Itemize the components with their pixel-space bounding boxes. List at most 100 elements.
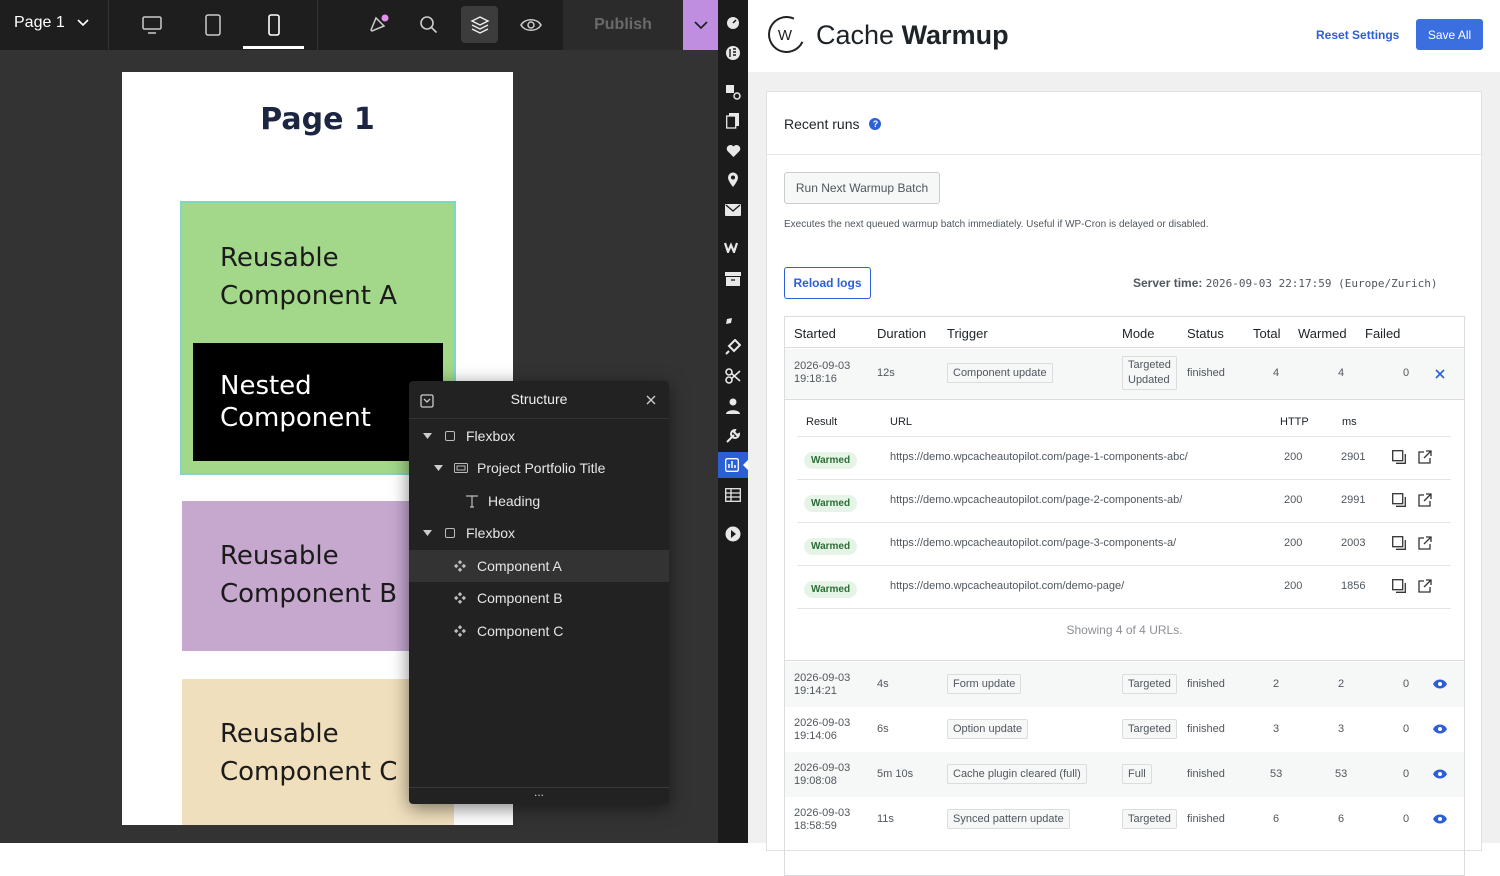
page-selector[interactable]: Page 1 — [14, 14, 89, 32]
tablet-view-icon[interactable] — [200, 12, 226, 38]
result-url[interactable]: https://demo.wpcacheautopilot.com/page-2… — [890, 494, 1182, 506]
copy-icon[interactable] — [1392, 579, 1406, 593]
structure-item-flexbox-2[interactable]: Flexbox — [409, 517, 669, 549]
reset-settings-link[interactable]: Reset Settings — [1316, 28, 1399, 42]
dashboard-icon[interactable] — [724, 14, 742, 32]
run-row[interactable]: 2026-09-03 19:08:08 5m 10s Cache plugin c… — [785, 752, 1464, 797]
mobile-view-icon[interactable] — [261, 12, 287, 38]
collapse-menu-icon[interactable] — [724, 525, 742, 543]
run-row[interactable]: 2026-09-03 18:58:59 11s Synced pattern up… — [785, 797, 1464, 842]
plugins-icon[interactable] — [724, 338, 742, 356]
structure-item-component-c[interactable]: Component C — [409, 615, 669, 647]
structure-item-component-b[interactable]: Component B — [409, 582, 669, 614]
mail-icon[interactable] — [724, 201, 742, 219]
run-failed: 0 — [1403, 723, 1410, 735]
pages-icon[interactable] — [724, 112, 742, 130]
caret-down-icon[interactable] — [423, 433, 432, 439]
view-eye-icon[interactable] — [1433, 679, 1447, 689]
result-row: Warmed https://demo.wpcacheautopilot.com… — [797, 566, 1451, 608]
component-b-title[interactable]: Reusable Component B — [220, 537, 397, 613]
section-heading: Recent runs ? — [784, 116, 882, 132]
external-link-icon[interactable] — [1418, 450, 1432, 464]
server-time-label: Server time: — [1133, 276, 1203, 290]
component-c-title[interactable]: Reusable Component C — [220, 715, 397, 791]
run-started: 2026-09-03 19:14:21 — [794, 672, 851, 697]
elementor-icon[interactable] — [724, 44, 742, 62]
scissors-icon[interactable] — [724, 367, 742, 385]
run-row-expanded[interactable]: 2026-09-03 19:18:16 12s Component update … — [785, 349, 1464, 399]
external-link-icon[interactable] — [1418, 536, 1432, 550]
col-http: HTTP — [1280, 416, 1309, 428]
preview-eye-icon[interactable] — [518, 12, 544, 38]
showing-count: Showing 4 of 4 URLs. — [1066, 623, 1183, 637]
page-title[interactable]: Page 1 — [122, 102, 513, 137]
publish-button[interactable]: Publish — [563, 0, 683, 50]
caret-down-icon[interactable] — [434, 465, 443, 471]
result-ms: 2901 — [1341, 451, 1366, 463]
run-next-batch-button[interactable]: Run Next Warmup Batch — [784, 172, 940, 204]
col-url: URL — [890, 416, 913, 428]
external-link-icon[interactable] — [1418, 579, 1432, 593]
structure-item-heading[interactable]: Heading — [409, 485, 669, 517]
copy-icon[interactable] — [1392, 536, 1406, 550]
view-eye-icon[interactable] — [1433, 769, 1447, 779]
copy-icon[interactable] — [1392, 450, 1406, 464]
external-link-icon[interactable] — [1418, 493, 1432, 507]
result-url[interactable]: https://demo.wpcacheautopilot.com/page-1… — [890, 451, 1188, 463]
view-eye-icon[interactable] — [1433, 814, 1447, 824]
nested-component-title[interactable]: Nested Component — [220, 370, 371, 434]
desktop-view-icon[interactable] — [139, 12, 165, 38]
resize-handle[interactable]: ... — [409, 785, 669, 799]
archive-icon[interactable] — [724, 270, 742, 288]
close-icon[interactable] — [646, 395, 656, 405]
notifications-icon[interactable] — [365, 12, 391, 38]
media-icon[interactable] — [724, 83, 742, 101]
search-icon[interactable] — [416, 12, 442, 38]
structure-item-project-portfolio-title[interactable]: Project Portfolio Title — [409, 452, 669, 484]
section-title: Recent runs — [784, 116, 860, 132]
layers-button[interactable] — [461, 6, 498, 43]
server-time: Server time: 2026-09-03 22:17:59 (Europe… — [1133, 276, 1438, 290]
structure-item-flexbox-1[interactable]: Flexbox — [409, 420, 669, 452]
run-total: 53 — [1270, 768, 1283, 780]
result-url[interactable]: https://demo.wpcacheautopilot.com/page-3… — [890, 537, 1176, 549]
caret-down-icon[interactable] — [423, 530, 432, 536]
cache-warmup-menu-item[interactable] — [718, 452, 748, 478]
run-row[interactable]: 2026-09-03 19:14:21 4s Form update Target… — [785, 662, 1464, 707]
view-eye-icon[interactable] — [1433, 724, 1447, 734]
container-icon — [445, 528, 455, 538]
title-light: Cache — [816, 20, 902, 50]
warmed-badge: Warmed — [804, 495, 858, 512]
cache-warmup-admin: W Cache Warmup Reset Settings Save All R… — [748, 0, 1500, 876]
structure-item-label: Component B — [477, 590, 563, 606]
woocommerce-icon[interactable] — [724, 238, 742, 256]
runs-table: Started Duration Trigger Mode Status Tot… — [784, 316, 1465, 876]
run-total: 3 — [1273, 723, 1280, 735]
nested-component[interactable]: Nested Component — [193, 343, 443, 461]
tools-wrench-icon[interactable] — [724, 427, 742, 445]
col-result: Result — [806, 416, 838, 428]
run-details: Result URL HTTP ms Warmed https://demo.w… — [785, 399, 1464, 661]
run-started: 2026-09-03 19:14:06 — [794, 717, 851, 742]
publish-options-button[interactable] — [683, 0, 718, 50]
result-url[interactable]: https://demo.wpcacheautopilot.com/demo-p… — [890, 580, 1124, 592]
heart-icon[interactable] — [724, 142, 742, 160]
result-ms: 1856 — [1341, 580, 1366, 592]
builder-toolbar: Page 1 Publish — [0, 0, 718, 50]
reload-logs-button[interactable]: Reload logs — [784, 267, 871, 299]
copy-icon[interactable] — [1392, 493, 1406, 507]
location-pin-icon[interactable] — [724, 171, 742, 189]
close-icon[interactable] — [1435, 369, 1445, 379]
settings-grid-icon[interactable] — [724, 486, 742, 504]
structure-panel: Structure Flexbox Project Portfolio Titl… — [409, 381, 669, 804]
server-time-value: 2026-09-03 22:17:59 (Europe/Zurich) — [1205, 277, 1438, 290]
users-icon[interactable] — [724, 397, 742, 415]
appearance-brush-icon[interactable] — [724, 308, 742, 326]
component-a-title[interactable]: Reusable Component A — [220, 239, 397, 315]
save-all-button[interactable]: Save All — [1416, 19, 1483, 50]
col-warmed: Warmed — [1298, 326, 1347, 341]
help-icon[interactable]: ? — [869, 118, 882, 130]
structure-item-component-a[interactable]: Component A — [409, 550, 669, 582]
component-icon — [454, 592, 466, 604]
run-row[interactable]: 2026-09-03 19:14:06 6s Option update Targ… — [785, 707, 1464, 752]
